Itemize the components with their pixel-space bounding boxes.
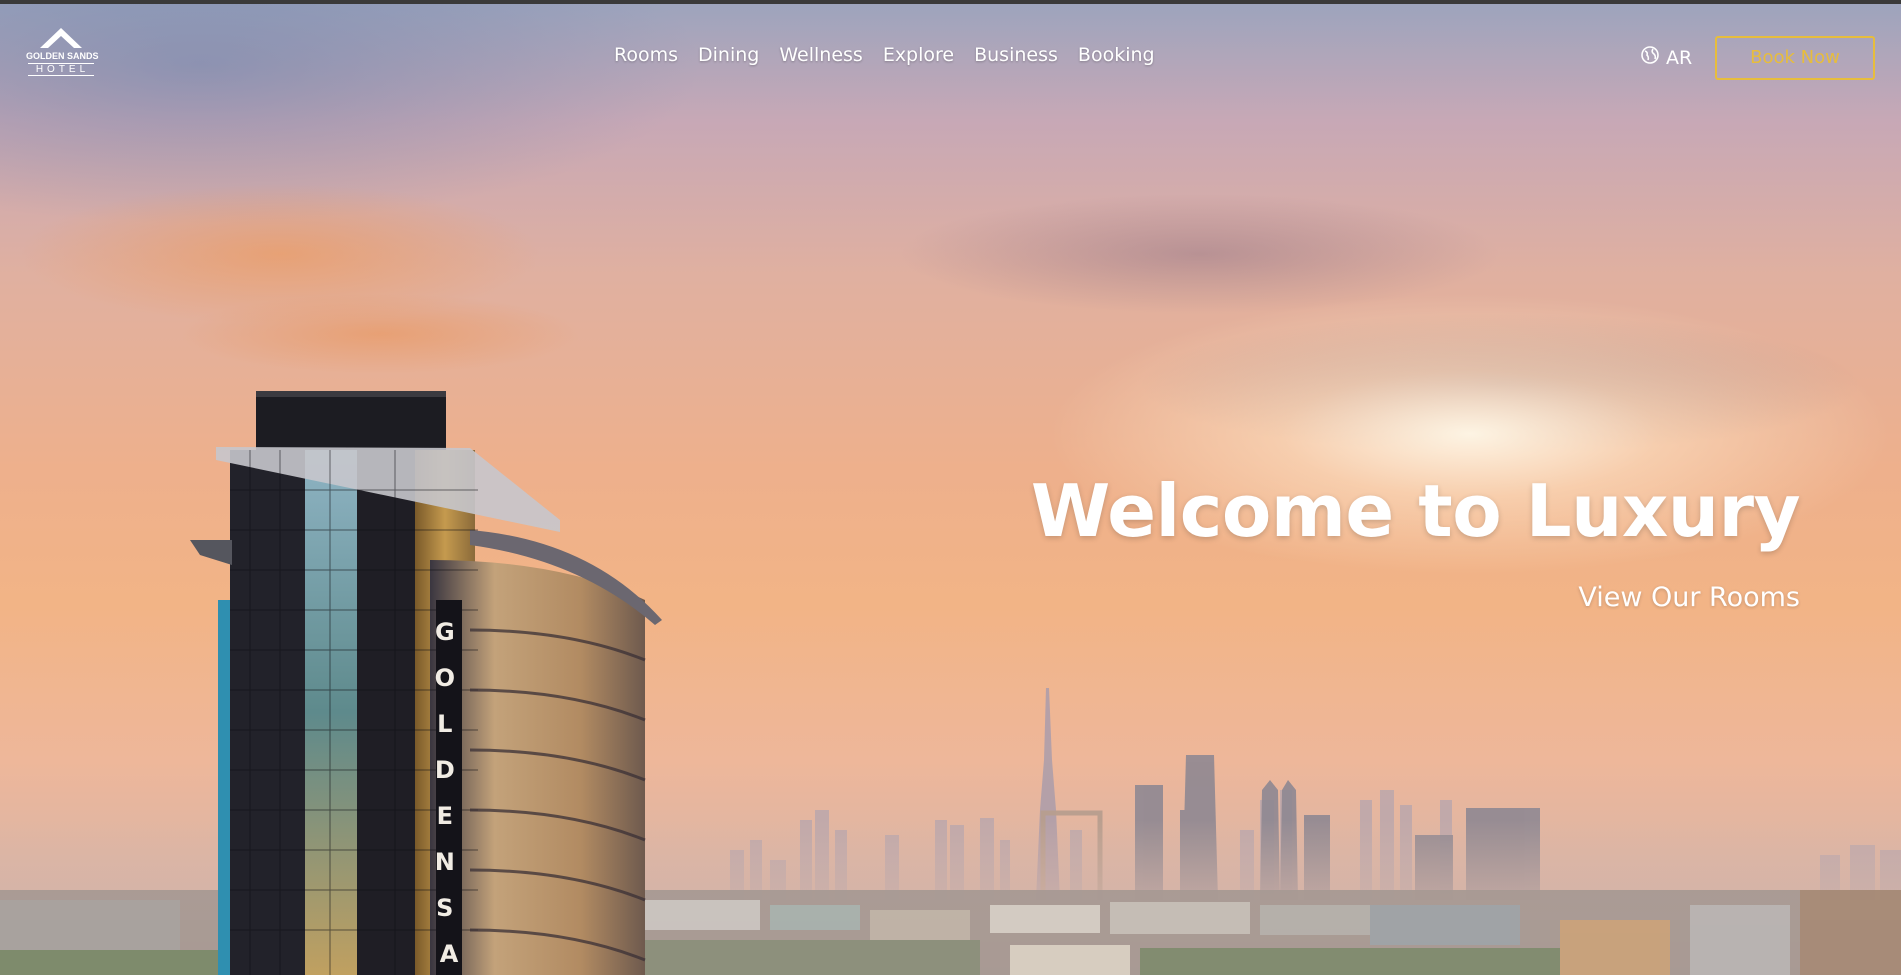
brand-sub: HOTEL — [28, 63, 94, 76]
nav-item-rooms[interactable]: Rooms — [614, 44, 678, 66]
nav-item-business[interactable]: Business — [974, 44, 1058, 66]
main-menu: Rooms Dining Wellness Explore Business B… — [614, 44, 1175, 66]
nav-item-wellness[interactable]: Wellness — [779, 44, 862, 66]
hero-title: Welcome to Luxury — [1030, 469, 1801, 553]
language-switch[interactable]: AR — [1641, 46, 1692, 69]
book-now-button[interactable]: Book Now — [1715, 36, 1875, 80]
globe-icon — [1641, 46, 1659, 69]
view-rooms-link[interactable]: View Our Rooms — [1578, 582, 1800, 613]
brand-logo[interactable]: GOLDEN SANDS HOTEL — [26, 26, 99, 86]
roof-logo-icon — [40, 28, 82, 48]
nav-item-dining[interactable]: Dining — [698, 44, 759, 66]
nav-item-booking[interactable]: Booking — [1078, 44, 1155, 66]
hero-section: G O L D E N S A GOLDEN SANDS HOTEL Rooms… — [0, 0, 1901, 975]
brand-name: GOLDEN SANDS — [26, 51, 99, 61]
language-label: AR — [1666, 46, 1693, 69]
top-navigation: GOLDEN SANDS HOTEL Rooms Dining Wellness… — [0, 4, 1901, 104]
nav-item-explore[interactable]: Explore — [883, 44, 954, 66]
